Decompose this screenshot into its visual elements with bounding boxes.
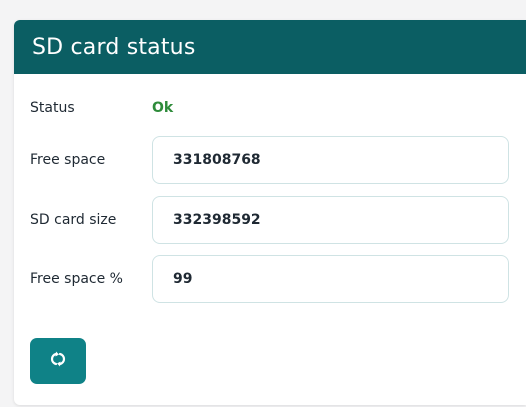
card-title: SD card status	[14, 20, 526, 74]
free-space-label: Free space	[30, 152, 106, 168]
free-space-field[interactable]: 331808768	[152, 136, 509, 184]
sd-card-size-field[interactable]: 332398592	[152, 196, 509, 244]
refresh-button[interactable]	[30, 338, 86, 384]
free-space-percent-field[interactable]: 99	[152, 255, 509, 303]
free-space-percent-label: Free space %	[30, 271, 123, 287]
refresh-icon	[47, 351, 69, 371]
sd-card-status-card: SD card status Status Ok Free space 3318…	[14, 20, 526, 405]
status-value: Ok	[152, 100, 174, 116]
sd-card-size-label: SD card size	[30, 212, 117, 228]
status-label: Status	[30, 100, 75, 116]
